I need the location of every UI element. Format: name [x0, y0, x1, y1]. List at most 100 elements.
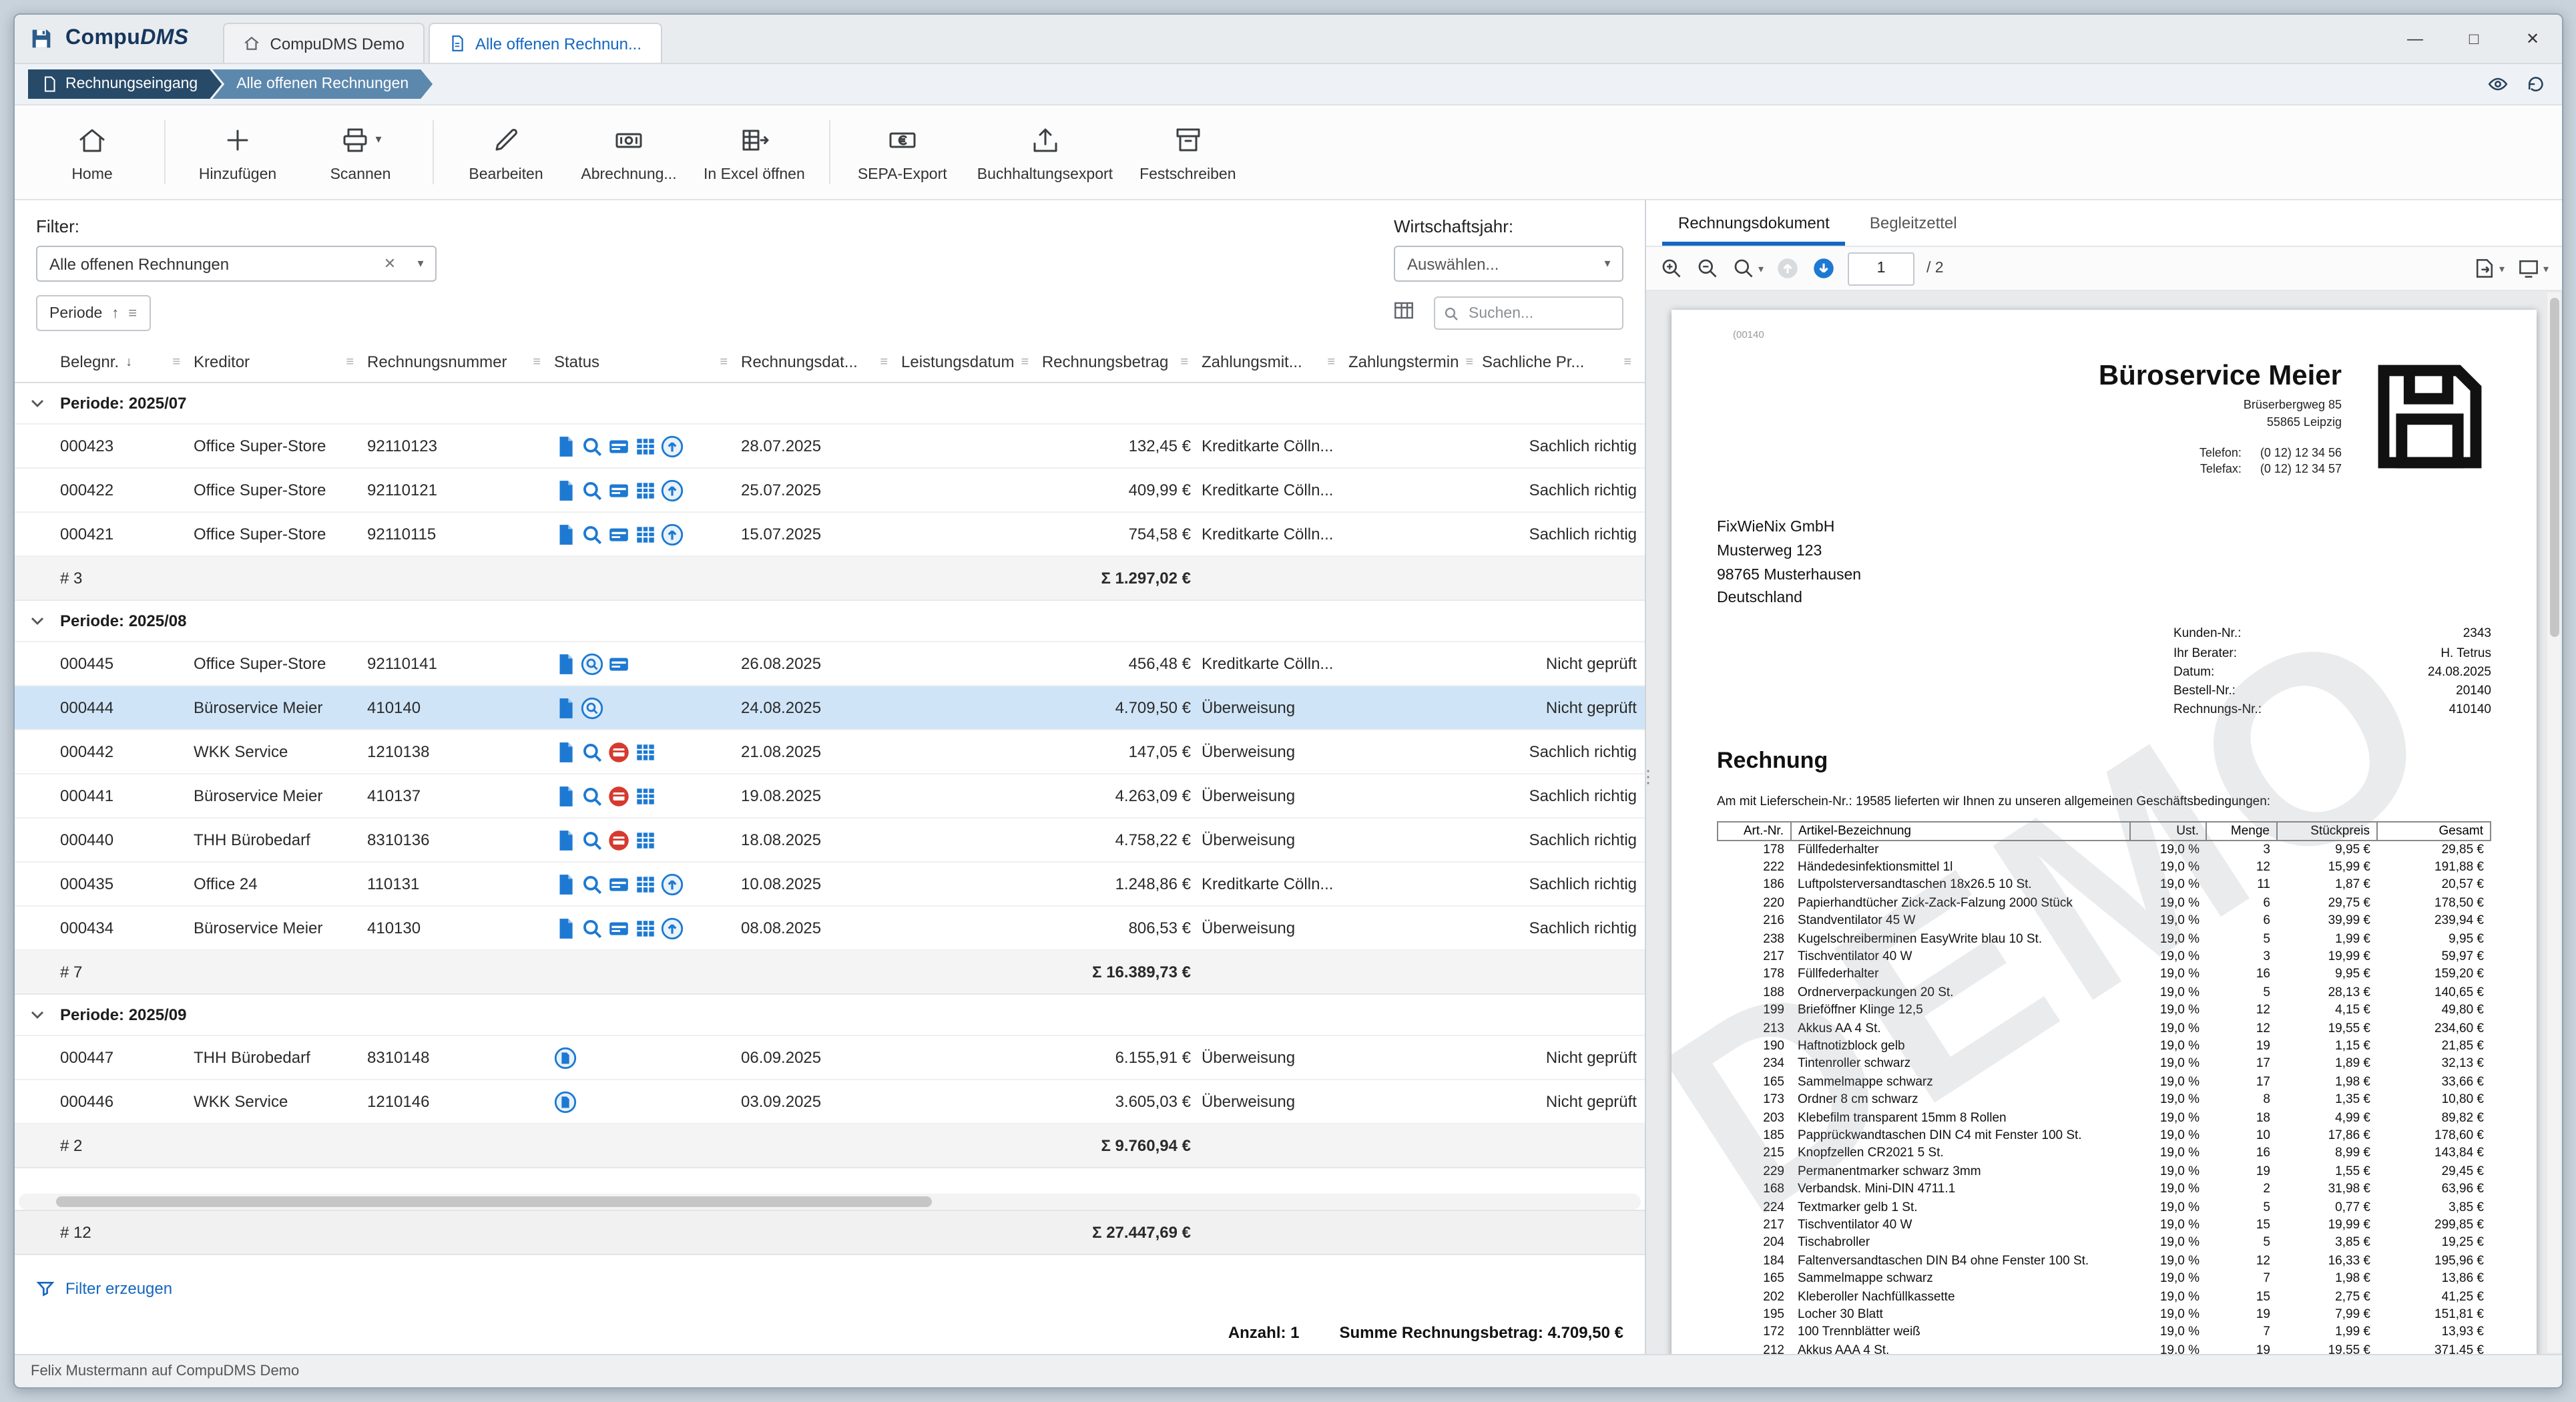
table-row[interactable]: 000442WKK Service121013821.08.2025147,05… [15, 730, 1645, 774]
tab-begleitzettel[interactable]: Begleitzettel [1854, 200, 1973, 246]
grid-icon[interactable] [634, 740, 657, 763]
column-header-zahlungstermin[interactable]: Zahlungstermin≡ [1348, 353, 1482, 371]
column-header-leistungsdatum[interactable]: Leistungsdatum≡ [901, 353, 1035, 371]
doc-ring-icon[interactable] [554, 1090, 577, 1113]
doc-icon[interactable] [554, 784, 577, 807]
doc-icon[interactable] [554, 740, 577, 763]
doc-icon[interactable] [554, 829, 577, 851]
filter-icon[interactable]: ≡ [1021, 355, 1029, 369]
search-icon[interactable] [581, 784, 603, 807]
card-icon[interactable] [607, 873, 630, 895]
filter-icon[interactable]: ≡ [346, 355, 354, 369]
scrollbar-thumb[interactable] [56, 1196, 932, 1207]
filter-combobox[interactable]: Alle offenen Rechnungen ✕ ▾ [36, 246, 437, 282]
grid-icon[interactable] [634, 917, 657, 939]
card-icon[interactable] [607, 523, 630, 545]
search-icon[interactable] [581, 740, 603, 763]
group-header-row[interactable]: Periode: 2025/09 [15, 995, 1645, 1036]
finalize-button[interactable]: Festschreiben [1126, 122, 1249, 182]
grid-icon[interactable] [634, 784, 657, 807]
search-ring-icon[interactable] [581, 696, 603, 719]
search-icon[interactable] [581, 873, 603, 895]
upload-ring-icon[interactable] [661, 479, 684, 501]
vertical-scrollbar[interactable] [2547, 292, 2561, 1353]
column-header-rechnungsbetrag[interactable]: Rechnungsbetrag≡ [1035, 353, 1202, 371]
card-red-icon[interactable] [607, 740, 630, 763]
card-red-icon[interactable] [607, 829, 630, 851]
search-input[interactable] [1466, 304, 1614, 322]
horizontal-scrollbar[interactable] [19, 1194, 1641, 1210]
search-icon[interactable] [581, 829, 603, 851]
doc-icon[interactable] [554, 435, 577, 457]
group-header-row[interactable]: Periode: 2025/07 [15, 383, 1645, 425]
filter-icon[interactable]: ≡ [880, 355, 888, 369]
column-header-zahlungsmittel[interactable]: Zahlungsmit...≡ [1202, 353, 1348, 371]
breadcrumb-rechnungseingang[interactable]: Rechnungseingang [28, 69, 222, 99]
window-tab-home[interactable]: CompuDMS Demo [224, 23, 425, 63]
upload-ring-icon[interactable] [661, 917, 684, 939]
reset-view-icon[interactable] [2525, 73, 2546, 95]
add-button[interactable]: Hinzufügen [176, 122, 299, 182]
search-icon[interactable] [581, 435, 603, 457]
chevron-down-icon[interactable]: ▾ [375, 132, 381, 147]
edit-button[interactable]: Bearbeiten [445, 122, 567, 182]
card-red-icon[interactable] [607, 784, 630, 807]
card-icon[interactable] [607, 917, 630, 939]
group-header-row[interactable]: Periode: 2025/08 [15, 601, 1645, 642]
column-header-sachliche-pruefung[interactable]: Sachliche Pr...≡ [1482, 353, 1645, 371]
grid-icon[interactable] [634, 829, 657, 851]
filter-icon[interactable]: ≡ [1180, 355, 1188, 369]
upload-ring-icon[interactable] [661, 435, 684, 457]
upload-ring-icon[interactable] [661, 873, 684, 895]
column-header-kreditor[interactable]: Kreditor≡ [194, 353, 367, 371]
filter-icon[interactable]: ≡ [1623, 355, 1631, 369]
export-document-button[interactable]: ▾ [2473, 256, 2505, 280]
table-row[interactable]: 000444Büroservice Meier41014024.08.20254… [15, 686, 1645, 730]
table-row[interactable]: 000422Office Super-Store9211012125.07.20… [15, 469, 1645, 513]
table-row[interactable]: 000447THH Bürobedarf831014806.09.20256.1… [15, 1036, 1645, 1080]
open-in-excel-button[interactable]: In Excel öffnen [690, 122, 818, 182]
grid-icon[interactable] [634, 873, 657, 895]
filter-icon[interactable]: ≡ [172, 355, 180, 369]
doc-icon[interactable] [554, 523, 577, 545]
zoom-out-button[interactable] [1696, 256, 1720, 280]
table-row[interactable]: 000421Office Super-Store9211011515.07.20… [15, 513, 1645, 557]
close-button[interactable]: ✕ [2503, 15, 2562, 63]
home-button[interactable]: Home [31, 122, 154, 182]
page-number-input[interactable] [1848, 252, 1914, 285]
table-row[interactable]: 000440THH Bürobedarf831013618.08.20254.7… [15, 819, 1645, 863]
table-row[interactable]: 000435Office 2411013110.08.20251.248,86 … [15, 863, 1645, 907]
doc-icon[interactable] [554, 696, 577, 719]
view-options-button[interactable]: ▾ [2517, 256, 2549, 280]
chevron-down-icon[interactable]: ▾ [1593, 256, 1622, 271]
column-chooser-icon[interactable] [1392, 298, 1415, 328]
fiscal-year-combobox[interactable]: Auswählen... ▾ [1394, 246, 1623, 282]
chevron-down-icon[interactable] [15, 1011, 60, 1019]
group-by-periode-chip[interactable]: Periode ↑ ≡ [36, 295, 150, 331]
column-header-status[interactable]: Status≡ [554, 353, 741, 371]
group-options-icon[interactable]: ≡ [128, 305, 137, 321]
window-tab-invoices[interactable]: Alle offenen Rechnun... [429, 23, 662, 63]
chevron-down-icon[interactable] [15, 617, 60, 625]
grid-icon[interactable] [634, 479, 657, 501]
table-row[interactable]: 000434Büroservice Meier41013008.08.20258… [15, 907, 1645, 951]
document-viewport[interactable]: (00140 Büroservice Meier Brüserbergweg 8… [1646, 291, 2562, 1354]
doc-icon[interactable] [554, 873, 577, 895]
upload-ring-icon[interactable] [661, 523, 684, 545]
filter-icon[interactable]: ≡ [720, 355, 728, 369]
doc-icon[interactable] [554, 917, 577, 939]
accounting-export-button[interactable]: Buchhaltungsexport [964, 122, 1126, 182]
breadcrumb-alle-offenen-rechnungen[interactable]: Alle offenen Rechnungen [212, 69, 433, 99]
sort-ascending-icon[interactable]: ↑ [111, 305, 119, 321]
billing-button[interactable]: Abrechnung... [567, 122, 690, 182]
doc-icon[interactable] [554, 479, 577, 501]
table-row[interactable]: 000446WKK Service121014603.09.20253.605,… [15, 1080, 1645, 1124]
search-box[interactable] [1434, 296, 1623, 330]
doc-ring-icon[interactable] [554, 1046, 577, 1069]
table-row[interactable]: 000441Büroservice Meier41013719.08.20254… [15, 774, 1645, 819]
table-row[interactable]: 000445Office Super-Store9211014126.08.20… [15, 642, 1645, 686]
previous-page-button[interactable] [1776, 256, 1800, 280]
table-row[interactable]: 000423Office Super-Store9211012328.07.20… [15, 425, 1645, 469]
chevron-down-icon[interactable] [15, 399, 60, 407]
zoom-level-button[interactable]: ▾ [1732, 256, 1764, 280]
